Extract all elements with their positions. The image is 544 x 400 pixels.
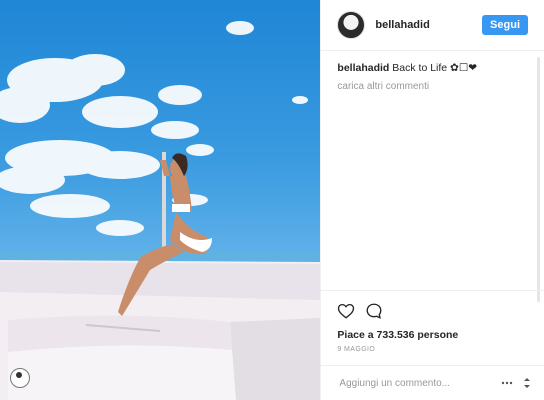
caption: bellahadid Back to Life ✿☐❤: [337, 61, 528, 75]
comment-input[interactable]: [337, 376, 494, 390]
comments-scrollbar[interactable]: [537, 57, 540, 302]
post-photo[interactable]: [0, 0, 321, 400]
post-side-panel: bellahadid Segui bellahadid Back to Life…: [320, 0, 544, 400]
heart-icon[interactable]: [337, 302, 355, 320]
more-options-icon[interactable]: [500, 376, 514, 390]
follow-button[interactable]: Segui: [482, 15, 528, 35]
caption-text: Back to Life ✿☐❤: [392, 62, 478, 74]
likes-count[interactable]: Piace a 733.536 persone: [337, 329, 528, 341]
header-username[interactable]: bellahadid: [375, 19, 482, 31]
caption-username[interactable]: bellahadid: [337, 62, 389, 74]
post-header: bellahadid Segui: [321, 0, 544, 51]
user-tag-icon[interactable]: [10, 368, 30, 388]
comments-section: bellahadid Back to Life ✿☐❤ carica altri…: [321, 51, 544, 302]
action-icons: [337, 301, 528, 321]
post-actions: Piace a 733.536 persone 9 MAGGIO: [321, 290, 544, 400]
instagram-post-modal: bellahadid Segui bellahadid Back to Life…: [0, 0, 544, 400]
post-date[interactable]: 9 MAGGIO: [337, 346, 528, 353]
avatar[interactable]: [337, 11, 366, 39]
add-comment-bar: [321, 365, 544, 400]
load-more-comments-link[interactable]: carica altri commenti: [337, 81, 528, 92]
photo-illustration: [0, 21, 321, 400]
scroll-arrows-icon[interactable]: [520, 376, 534, 390]
comment-bubble-icon[interactable]: [365, 302, 383, 320]
